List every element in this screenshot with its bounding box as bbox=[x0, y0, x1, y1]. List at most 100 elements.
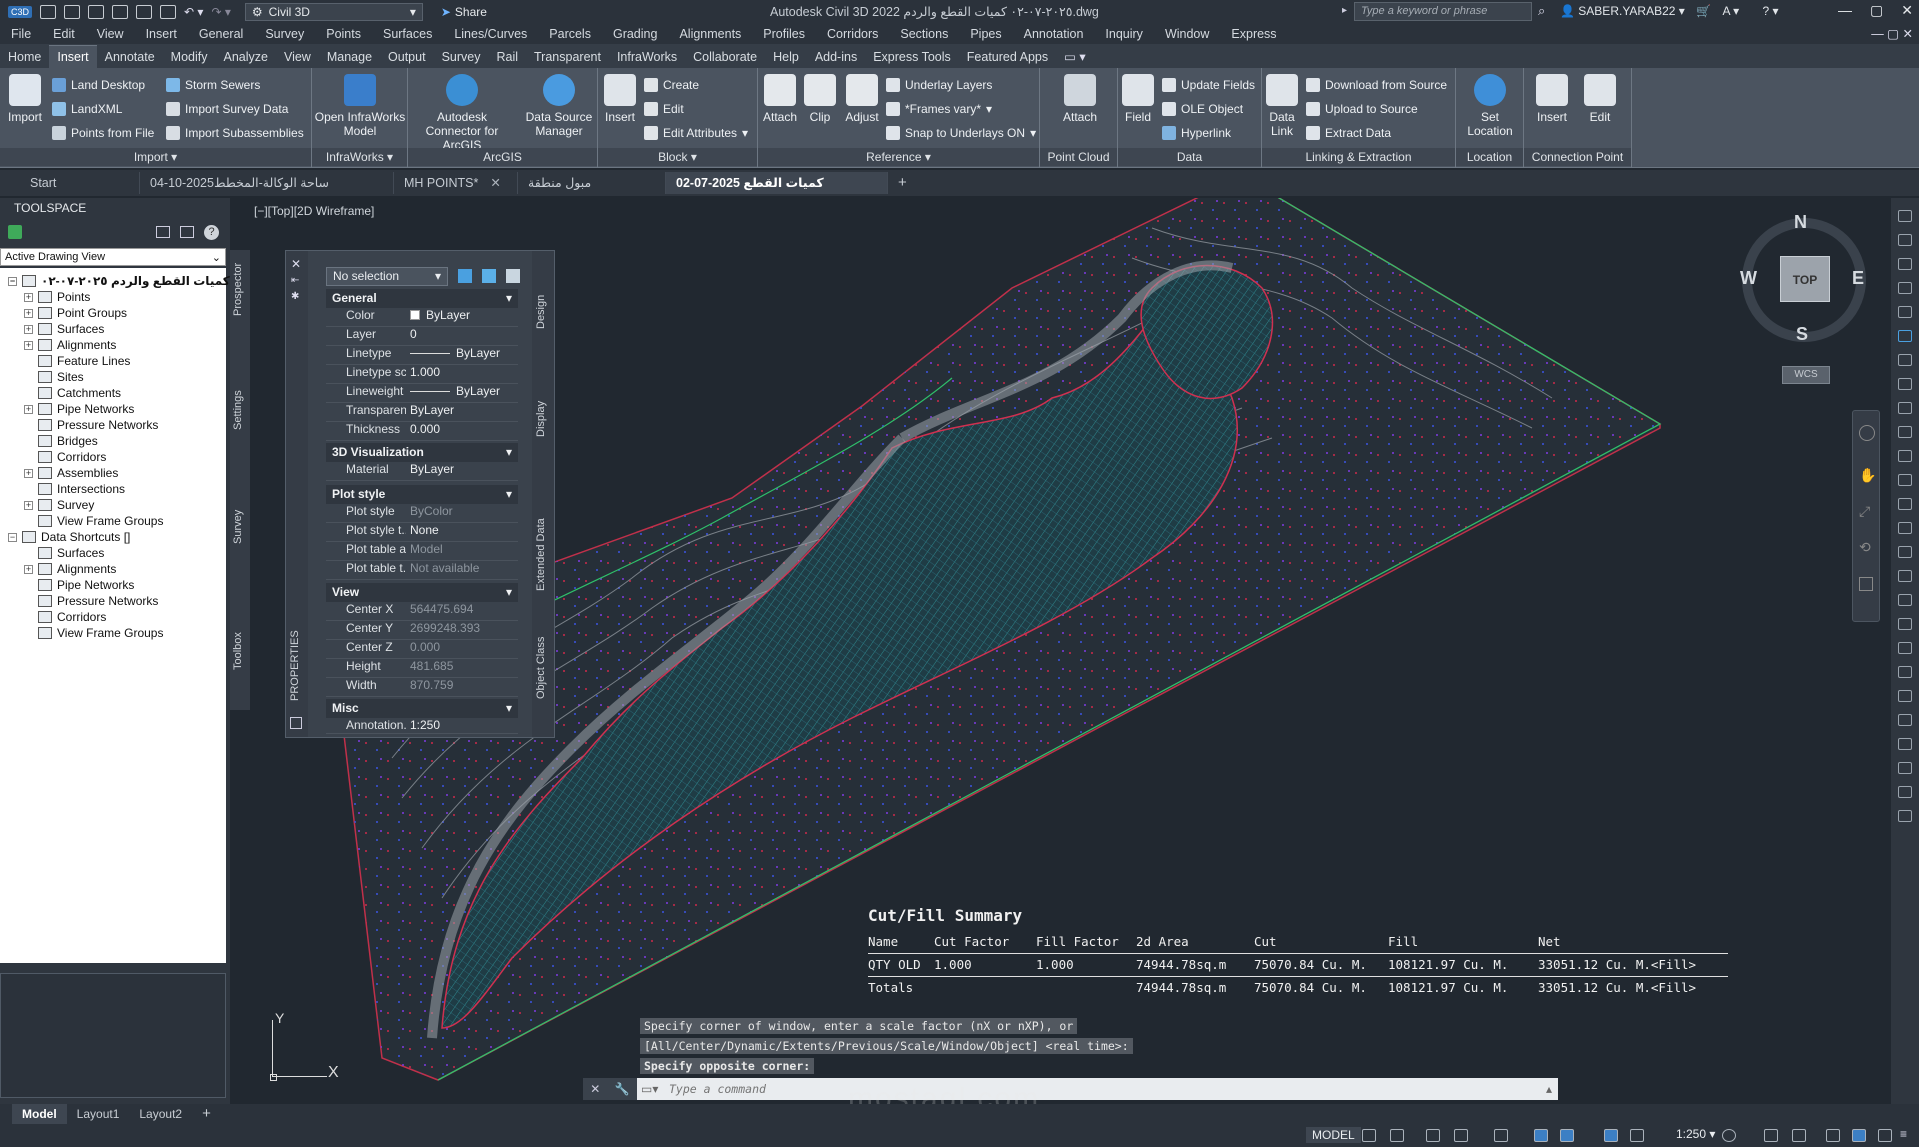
share-button[interactable]: ➤ Share bbox=[441, 5, 487, 19]
points-from-file-button[interactable]: Points from File bbox=[52, 126, 154, 140]
selection-dropdown[interactable]: No selection ▾ bbox=[326, 267, 448, 286]
new-file-icon[interactable] bbox=[40, 5, 57, 19]
prop-row-transparency[interactable]: Transparen... ByLayer bbox=[326, 403, 518, 422]
add-icon[interactable] bbox=[1764, 1129, 1778, 1142]
tree-item-feature-lines[interactable]: Feature Lines bbox=[38, 354, 130, 368]
palette-settings-icon[interactable]: ✱ bbox=[291, 291, 299, 302]
help-icon[interactable]: ? bbox=[204, 224, 219, 240]
tab-featured-apps[interactable]: Featured Apps bbox=[959, 46, 1056, 68]
doc-tab-mh-points[interactable]: MH POINTS* ✕ bbox=[394, 172, 518, 194]
object-snap-icon[interactable] bbox=[1560, 1129, 1574, 1142]
tab-display[interactable]: Display bbox=[535, 393, 553, 437]
underlay-layers-button[interactable]: Underlay Layers bbox=[886, 78, 992, 92]
model-space-button[interactable]: MODEL bbox=[1306, 1127, 1361, 1143]
tab-view[interactable]: View bbox=[276, 46, 319, 68]
help-icon[interactable]: ? ▾ bbox=[1763, 4, 1779, 18]
land-desktop-button[interactable]: Land Desktop bbox=[52, 78, 145, 92]
polar-tracking-icon[interactable] bbox=[1454, 1129, 1468, 1142]
tool-icon-corridor[interactable] bbox=[1898, 474, 1912, 486]
connection-insert-button[interactable]: Insert bbox=[1532, 74, 1572, 124]
shortcut-surfaces[interactable]: Surfaces bbox=[38, 546, 104, 560]
auto-hide-icon[interactable]: ⇤ bbox=[291, 275, 299, 286]
tab-rail[interactable]: Rail bbox=[488, 46, 526, 68]
tab-express-tools[interactable]: Express Tools bbox=[865, 46, 959, 68]
new-tab-button[interactable]: + bbox=[888, 172, 917, 194]
tab-modify[interactable]: Modify bbox=[163, 46, 216, 68]
group-plot-style[interactable]: Plot style ▾ bbox=[326, 485, 518, 504]
connector-arcgis-button[interactable]: Autodesk Connector for ArcGIS bbox=[412, 74, 512, 152]
tree-item-survey[interactable]: + Survey bbox=[24, 498, 94, 512]
menu-points[interactable]: Points bbox=[315, 27, 372, 41]
snap-mode-icon[interactable] bbox=[1390, 1129, 1404, 1142]
tool-icon-quantity[interactable] bbox=[1898, 642, 1912, 654]
group-3d-visualization[interactable]: 3D Visualization ▾ bbox=[326, 443, 518, 462]
menu-pipes[interactable]: Pipes bbox=[959, 27, 1012, 41]
tree-item-intersections[interactable]: Intersections bbox=[38, 482, 125, 496]
download-from-source-button[interactable]: Download from Source bbox=[1306, 78, 1447, 92]
tab-design[interactable]: Design bbox=[535, 285, 553, 329]
item-view-icon[interactable] bbox=[156, 226, 170, 238]
landxml-button[interactable]: LandXML bbox=[52, 102, 122, 116]
undo-icon[interactable]: ↶ ▾ bbox=[184, 5, 203, 19]
group-misc[interactable]: Misc ▾ bbox=[326, 699, 518, 718]
tree-item-alignments[interactable]: + Alignments bbox=[24, 338, 116, 352]
tool-icon-grading[interactable] bbox=[1898, 546, 1912, 558]
tree-data-shortcuts[interactable]: − Data Shortcuts [] bbox=[8, 530, 130, 544]
add-layout-button[interactable]: + bbox=[192, 1104, 221, 1124]
doc-tab-cut-fill-active[interactable]: 02-07-2025 كميات القطع والردم*✕ bbox=[666, 172, 888, 212]
tool-icon-gis[interactable] bbox=[1898, 690, 1912, 702]
command-expand-icon[interactable]: ▴ bbox=[1546, 1082, 1558, 1096]
extract-data-button[interactable]: Extract Data bbox=[1306, 126, 1391, 140]
wcs-dropdown[interactable]: WCS bbox=[1782, 366, 1830, 384]
frames-vary-dropdown[interactable]: *Frames vary* ▾ bbox=[886, 102, 992, 116]
active-drawing-view-select[interactable]: Active Drawing View ⌄ bbox=[0, 248, 226, 266]
tool-icon-draw[interactable] bbox=[1898, 210, 1912, 222]
tool-icon-layout[interactable] bbox=[1898, 714, 1912, 726]
tree-item-pressure-networks[interactable]: Pressure Networks bbox=[38, 418, 158, 432]
prop-row-plot-table-attached[interactable]: Plot table a... Model bbox=[326, 542, 518, 561]
tree-item-assemblies[interactable]: + Assemblies bbox=[24, 466, 118, 480]
menu-window[interactable]: Window bbox=[1154, 27, 1220, 41]
tab-transparent[interactable]: Transparent bbox=[526, 46, 609, 68]
tab-object-class[interactable]: Object Class bbox=[535, 629, 553, 699]
expand-icon[interactable]: + bbox=[24, 468, 33, 478]
tab-infraworks[interactable]: InfraWorks bbox=[609, 46, 685, 68]
menu-profiles[interactable]: Profiles bbox=[752, 27, 816, 41]
workspace-select[interactable]: ⚙ Civil 3D ▾ bbox=[244, 3, 423, 21]
ortho-icon[interactable] bbox=[1426, 1129, 1440, 1142]
menu-general[interactable]: General bbox=[188, 27, 254, 41]
tree-item-point-groups[interactable]: + Point Groups bbox=[24, 306, 127, 320]
compass-south[interactable]: S bbox=[1796, 324, 1808, 345]
tool-icon-profile[interactable] bbox=[1898, 450, 1912, 462]
cart-icon[interactable]: 🛒 bbox=[1696, 4, 1711, 18]
tool-icon-dimension[interactable] bbox=[1898, 282, 1912, 294]
side-tab-toolbox[interactable]: Toolbox bbox=[232, 620, 250, 670]
shortcut-view-frame-groups[interactable]: View Frame Groups bbox=[38, 626, 163, 640]
tool-icon-label[interactable] bbox=[1898, 594, 1912, 606]
annotation-visibility-icon[interactable] bbox=[1604, 1129, 1618, 1142]
zoom-extents-icon[interactable]: ⤢ bbox=[1859, 503, 1870, 520]
web-mobile-icon[interactable] bbox=[136, 5, 153, 19]
tool-icon-export[interactable] bbox=[1898, 786, 1912, 798]
tab-annotate[interactable]: Annotate bbox=[97, 46, 163, 68]
tool-icon-survey[interactable] bbox=[1898, 354, 1912, 366]
side-tab-prospector[interactable]: Prospector bbox=[232, 256, 250, 316]
workspace-gear-icon[interactable] bbox=[1722, 1129, 1736, 1142]
connection-edit-button[interactable]: Edit bbox=[1580, 74, 1620, 124]
panel-title-block[interactable]: Block ▾ bbox=[598, 148, 757, 166]
maximize-button[interactable]: ▢ bbox=[1870, 2, 1883, 19]
expand-icon[interactable]: + bbox=[24, 500, 33, 510]
group-general[interactable]: General ▾ bbox=[326, 289, 518, 308]
edit-attributes-button[interactable]: Edit Attributes ▾ bbox=[644, 126, 748, 140]
tree-item-pipe-networks[interactable]: + Pipe Networks bbox=[24, 402, 134, 416]
select-objects-icon[interactable] bbox=[482, 269, 496, 283]
showmotion-icon[interactable] bbox=[1859, 577, 1873, 591]
prop-row-linetype[interactable]: Linetype ByLayer bbox=[326, 346, 518, 365]
prop-row-center-z[interactable]: Center Z 0.000 bbox=[326, 640, 518, 659]
prop-row-plot-table-type[interactable]: Plot table t... Not available bbox=[326, 561, 518, 580]
prospector-icon[interactable] bbox=[8, 225, 22, 239]
data-link-button[interactable]: Data Link bbox=[1264, 74, 1300, 138]
menu-annotation[interactable]: Annotation bbox=[1013, 27, 1095, 41]
tree-item-view-frame-groups[interactable]: View Frame Groups bbox=[38, 514, 163, 528]
tree-item-sites[interactable]: Sites bbox=[38, 370, 84, 384]
